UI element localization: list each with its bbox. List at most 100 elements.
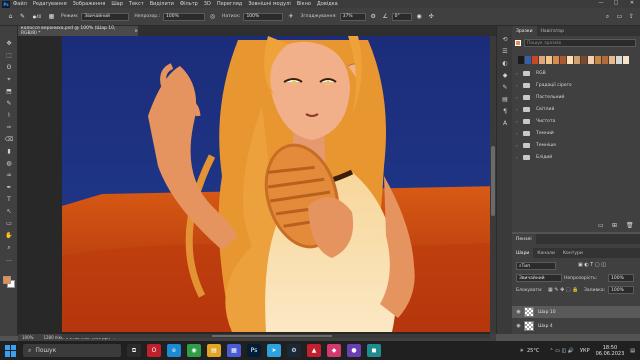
airbrush-icon[interactable]: ✈	[286, 12, 295, 21]
close-window-button[interactable]: ✕	[627, 0, 637, 8]
menu-type[interactable]: Текст	[129, 1, 144, 7]
tool-6-icon[interactable]: ⌇	[4, 112, 14, 120]
layer-name[interactable]: Шар 4	[538, 324, 553, 329]
telegram-icon[interactable]: ➤	[267, 344, 281, 357]
character-icon[interactable]: A	[500, 120, 510, 128]
weather-icon[interactable]: ☀	[520, 348, 524, 354]
new-group-icon[interactable]: ▭	[598, 222, 604, 229]
artwork-canvas[interactable]	[62, 36, 512, 332]
layer-name[interactable]: Шар 10	[538, 310, 556, 315]
windows-start-icon[interactable]	[5, 344, 17, 357]
layer-fill-field[interactable]: 100%	[608, 286, 634, 294]
flow-field[interactable]: 100%	[243, 12, 284, 21]
app-purple-icon[interactable]: ●	[347, 344, 361, 357]
tool-18-icon[interactable]: …	[4, 256, 14, 264]
history-icon[interactable]: ⟲	[500, 36, 510, 44]
menu-file[interactable]: Файл	[13, 1, 27, 7]
brushes-icon[interactable]: ✎	[500, 84, 510, 92]
smoothing-settings-icon[interactable]: ⚙	[369, 12, 378, 21]
properties-icon[interactable]: ☰	[500, 48, 510, 56]
swatch[interactable]	[623, 56, 629, 64]
tray-icons[interactable]: ⌃ ▭ ◫ 🔊	[549, 348, 574, 354]
tool-2-icon[interactable]: ʘ	[4, 64, 14, 72]
swatch-search-input[interactable]: Пошук зразків	[524, 39, 636, 47]
menu-plugins[interactable]: Зовнішні модулі	[248, 1, 291, 7]
clock[interactable]: 18:50 06.06.2023	[596, 345, 625, 357]
tool-14-icon[interactable]: ↖	[4, 208, 14, 216]
tab-paths[interactable]: Контури	[559, 248, 587, 258]
menu-view[interactable]: Перегляд	[217, 1, 242, 7]
tool-1-icon[interactable]: ⬚	[4, 52, 14, 60]
swatch[interactable]	[525, 56, 531, 64]
tab-brushes[interactable]: Пензлі	[512, 234, 536, 244]
menu-image[interactable]: Зображення	[73, 1, 106, 7]
swatch[interactable]	[567, 56, 573, 64]
swatch[interactable]	[588, 56, 594, 64]
tab-navigator[interactable]: Навігатор	[537, 26, 568, 36]
tool-9-icon[interactable]: ▮	[4, 148, 14, 156]
swatch[interactable]	[595, 56, 601, 64]
store-icon[interactable]: ▦	[227, 344, 241, 357]
swatch-group-darker[interactable]: › Темніше	[516, 140, 634, 151]
home-icon[interactable]: ⌂	[6, 12, 15, 21]
chrome-icon[interactable]: ◉	[187, 344, 201, 357]
swatch-group-rgb[interactable]: › RGB	[516, 68, 634, 79]
smoothing-field[interactable]: 37%	[339, 12, 366, 21]
visibility-eye-icon[interactable]: ◉	[515, 323, 522, 329]
layer-filter-select[interactable]: ⌕ Тип	[516, 262, 556, 270]
task-view-icon[interactable]: ⧉	[127, 344, 141, 357]
new-swatch-icon[interactable]: ⊞	[612, 222, 617, 229]
color-icon[interactable]: ◆	[500, 72, 510, 80]
tool-13-icon[interactable]: T	[4, 196, 14, 204]
search-icon[interactable]: ⌕	[603, 12, 612, 21]
tool-16-icon[interactable]: ✋	[4, 232, 14, 240]
steam-icon[interactable]: ⚙	[287, 344, 301, 357]
menu-layer[interactable]: Шар	[111, 1, 123, 7]
opera-icon[interactable]: O	[147, 344, 161, 357]
layer-opacity-field[interactable]: 100%	[608, 274, 634, 282]
swatch[interactable]	[616, 56, 622, 64]
document-tab[interactable]: колосся верониха.psd @ 100% (Шар 10, RGB…	[18, 26, 138, 36]
swatch-group-grayscale[interactable]: › Градації сірого	[516, 80, 634, 91]
menu-help[interactable]: Довідка	[317, 1, 338, 7]
swatch[interactable]	[532, 56, 538, 64]
foreground-chip[interactable]	[515, 40, 521, 46]
tool-4-icon[interactable]: ⬒	[4, 88, 14, 96]
opacity-field[interactable]: 100%	[163, 12, 206, 21]
horizontal-scrollbar[interactable]	[62, 334, 490, 338]
symmetry-icon[interactable]: ✣	[427, 12, 436, 21]
tool-15-icon[interactable]: ▭	[4, 220, 14, 228]
swatch-group-dark[interactable]: › Темний	[516, 128, 634, 139]
brush-tool-icon[interactable]: ✎	[18, 12, 27, 21]
layer-row[interactable]: ◉ Шар 4	[512, 320, 640, 332]
tool-12-icon[interactable]: ✒	[4, 184, 14, 192]
swatch[interactable]	[574, 56, 580, 64]
pressure-opacity-icon[interactable]: ◎	[208, 12, 217, 21]
close-tab-icon[interactable]: ×	[134, 29, 138, 34]
menu-edit[interactable]: Редагування	[33, 1, 67, 7]
swatch[interactable]	[539, 56, 545, 64]
tab-channels[interactable]: Канали	[533, 248, 558, 258]
libraries-icon[interactable]: ▤	[500, 96, 510, 104]
language-indicator[interactable]: УКР	[580, 348, 590, 354]
taskbar-search-box[interactable]: ⌕ Пошук	[23, 344, 121, 357]
swatch[interactable]	[609, 56, 615, 64]
tool-3-icon[interactable]: ⌖	[4, 76, 14, 84]
menu-3d[interactable]: 3D	[204, 1, 211, 7]
swatch-group-light[interactable]: › Світлий	[516, 104, 634, 115]
blend-mode-select[interactable]: Звичайний	[81, 12, 130, 21]
visibility-eye-icon[interactable]: ◉	[515, 309, 522, 315]
horizontal-scroll-thumb[interactable]	[212, 335, 332, 337]
tool-17-icon[interactable]: ⌕	[4, 244, 14, 252]
swatch-group-pastel[interactable]: › Пастельний	[516, 92, 634, 103]
tool-0-icon[interactable]: ✥	[4, 40, 14, 48]
temperature[interactable]: 25°C	[527, 348, 539, 354]
layer-row-active[interactable]: ◉ Шар 10	[512, 306, 640, 318]
vertical-scroll-thumb[interactable]	[491, 146, 495, 216]
swatch[interactable]	[581, 56, 587, 64]
menu-select[interactable]: Виділити	[150, 1, 174, 7]
swatch[interactable]	[602, 56, 608, 64]
tool-5-icon[interactable]: ✎	[4, 100, 14, 108]
share-icon[interactable]: ⇪	[627, 12, 636, 21]
menu-filter[interactable]: Фільтр	[180, 1, 198, 7]
